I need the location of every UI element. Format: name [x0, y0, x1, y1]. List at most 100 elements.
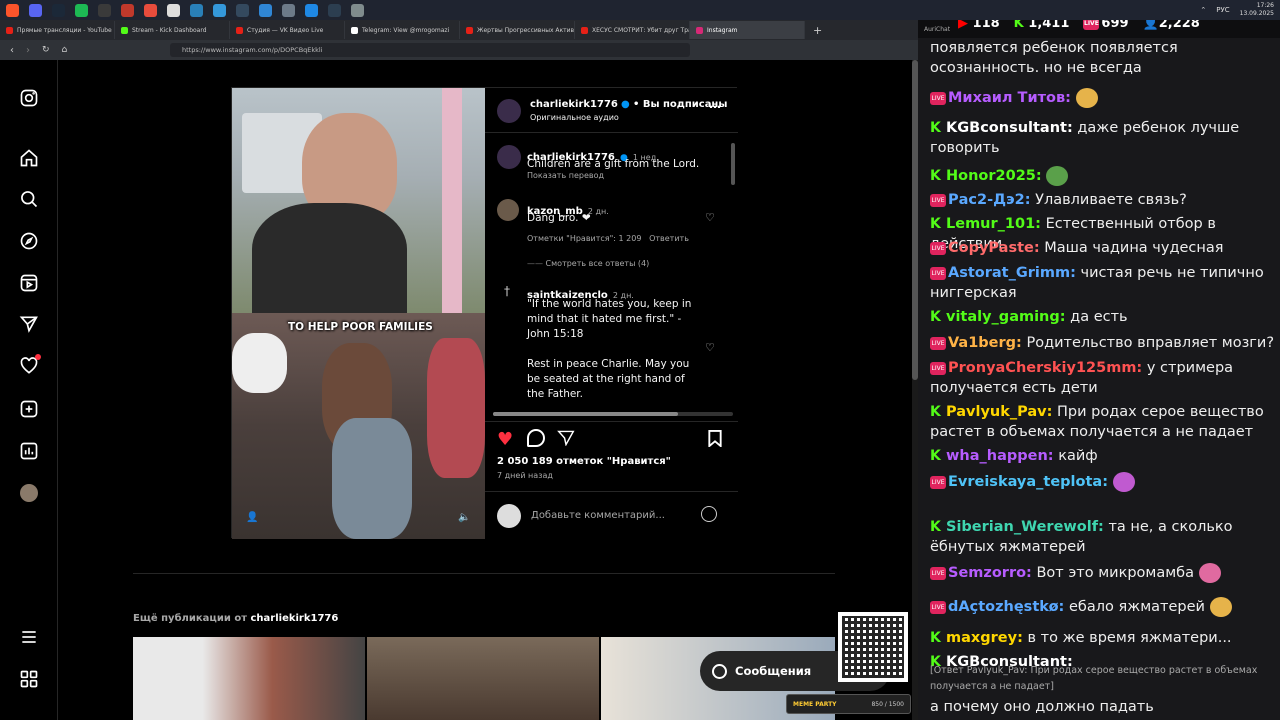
chat-username[interactable]: Semzorro: [948, 565, 1032, 581]
commenter-avatar[interactable] [497, 199, 519, 221]
direct-icon[interactable] [19, 314, 39, 334]
app-icon[interactable] [259, 3, 272, 17]
like-comment-icon[interactable]: ♡ [705, 341, 715, 354]
add-comment-input[interactable]: Добавьте комментарий... [531, 510, 665, 521]
chat-message: K Honor2025: [930, 166, 1276, 186]
comment-icon[interactable] [527, 429, 545, 447]
chat-username[interactable]: Va1berg: [948, 335, 1022, 351]
discord-icon[interactable] [29, 3, 42, 17]
caption-avatar[interactable] [497, 145, 521, 169]
new-tab-icon[interactable]: + [805, 24, 830, 37]
app-icon[interactable] [236, 3, 249, 17]
app-icon[interactable] [213, 3, 226, 17]
view-replies-link[interactable]: Смотреть все ответы (4) [546, 259, 650, 268]
home-icon[interactable] [19, 148, 39, 168]
menu-icon[interactable] [19, 627, 39, 647]
grid-post[interactable] [367, 637, 599, 720]
browser-tab[interactable]: Stream - Kick Dashboard [115, 21, 230, 39]
profile-avatar[interactable] [20, 484, 38, 502]
notifications-icon[interactable] [19, 354, 41, 376]
clock-time: 17:26 [1256, 2, 1274, 9]
emoji-icon[interactable] [701, 506, 717, 522]
chat-username[interactable]: Astorat_Grimm: [948, 265, 1076, 281]
app-icon[interactable] [144, 3, 157, 17]
dashboard-icon[interactable] [19, 441, 39, 461]
search-icon[interactable] [19, 189, 39, 209]
app-icon[interactable] [121, 3, 134, 17]
app-icon[interactable] [305, 3, 318, 17]
chevron-up-icon[interactable]: ⌃ [1200, 6, 1206, 14]
live-platform-icon: LIVE [930, 241, 946, 255]
volume-icon[interactable]: 🔈 [458, 512, 470, 523]
chat-username[interactable]: Михаил Титов: [948, 90, 1071, 106]
app-icon[interactable] [190, 3, 203, 17]
author-avatar[interactable] [497, 99, 521, 123]
reels-icon[interactable] [19, 273, 39, 293]
share-icon[interactable] [557, 430, 575, 450]
home-icon[interactable]: ⌂ [62, 45, 68, 55]
save-icon[interactable] [708, 430, 722, 451]
horizontal-scrollbar[interactable] [493, 412, 733, 416]
reload-icon[interactable]: ↻ [42, 45, 50, 55]
tagged-people-icon[interactable]: 👤 [246, 512, 258, 523]
app-icon[interactable] [167, 3, 180, 17]
chat-username[interactable]: PronyaCherskiy125mm: [948, 360, 1142, 376]
apps-icon[interactable] [19, 669, 39, 689]
kick-platform-icon: K [930, 518, 941, 535]
chat-username[interactable]: CopyPaste: [948, 240, 1040, 256]
brave-icon[interactable] [6, 3, 19, 17]
language-indicator[interactable]: РУС [1216, 6, 1229, 14]
reply-link[interactable]: Ответить [649, 234, 689, 243]
chat-username[interactable]: KGBconsultant: [946, 120, 1073, 136]
app-icon[interactable] [351, 3, 364, 17]
grid-post[interactable] [133, 637, 365, 720]
more-posts-user[interactable]: charliekirk1776 [250, 613, 338, 624]
app-icon[interactable] [328, 3, 341, 17]
author-username[interactable]: charliekirk1776 [530, 99, 618, 110]
comments-scrollbar[interactable] [731, 143, 735, 185]
spotify-icon[interactable] [75, 3, 88, 17]
like-comment-icon[interactable]: ♡ [705, 211, 715, 224]
browser-tab[interactable]: ХЕСУС СМОТРИТ: Убит друг Трам [575, 21, 690, 39]
chat-username[interactable]: Siberian_Werewolf: [946, 519, 1104, 535]
chat-username[interactable]: Рас2-Дэ2: [948, 192, 1031, 208]
steam-icon[interactable] [52, 3, 65, 17]
forward-icon[interactable]: › [26, 45, 30, 56]
post-video[interactable]: TO HELP POOR FAMILIES 👤 🔈 [232, 88, 485, 539]
tab-favicon-icon [236, 26, 243, 34]
chat-username[interactable]: vitaly_gaming: [946, 309, 1066, 325]
ig-sidebar [0, 60, 58, 720]
browser-tab[interactable]: Студия — VK Видео Live [230, 21, 345, 39]
chat-text: Маша чадина чудесная [1044, 240, 1224, 256]
like-icon[interactable]: ♥ [497, 429, 513, 450]
chat-username[interactable]: wha_happen: [946, 448, 1054, 464]
create-icon[interactable] [19, 399, 39, 419]
viewer-stats: ▶ 118 K 1,411 LIVE 699 👤2,228 [958, 20, 1200, 31]
chat-username[interactable]: dAçtozhęstkø: [948, 599, 1064, 615]
chat-username[interactable]: Pavlyuk_Pav: [946, 404, 1052, 420]
more-options-icon[interactable]: ⋯ [709, 100, 721, 114]
audio-label[interactable]: Оригинальное аудио [530, 113, 619, 122]
browser-tab[interactable]: Telegram: View @mrogomazi [345, 21, 460, 39]
obs-icon[interactable] [98, 3, 111, 17]
app-icon[interactable] [282, 3, 295, 17]
chat-message: LIVE Va1berg: Родительство вправляет мозг… [930, 333, 1276, 353]
live-platform-icon: LIVE [930, 193, 946, 207]
chat-username[interactable]: Lemur_101: [946, 216, 1041, 232]
os-taskbar [0, 0, 1280, 20]
address-bar[interactable]: https://www.instagram.com/p/DOPCBqEkkli [170, 43, 690, 57]
back-icon[interactable]: ‹ [10, 45, 14, 56]
browser-tab[interactable]: Прямые трансляции - YouTube S [0, 21, 115, 39]
cross-avatar-icon[interactable]: † [504, 284, 510, 298]
browser-tab[interactable]: Жертвы Прогрессивных Активи [460, 21, 575, 39]
chat-username[interactable]: Evreiskaya_teplota: [948, 474, 1108, 490]
chat-username[interactable]: Honor2025: [946, 168, 1042, 184]
instagram-logo-icon[interactable] [19, 88, 39, 108]
explore-icon[interactable] [19, 231, 39, 251]
likes-count[interactable]: 2 050 189 отметок "Нравится" [497, 456, 671, 467]
browser-tab[interactable]: Instagram [690, 21, 805, 39]
chat-username[interactable]: maxgrey: [946, 630, 1023, 646]
comment-likes[interactable]: Отметки "Нравится": 1 209 [527, 234, 641, 243]
clock[interactable]: 17:26 13.09.2025 [1240, 2, 1274, 18]
show-translation-link[interactable]: Показать перевод [527, 171, 604, 180]
